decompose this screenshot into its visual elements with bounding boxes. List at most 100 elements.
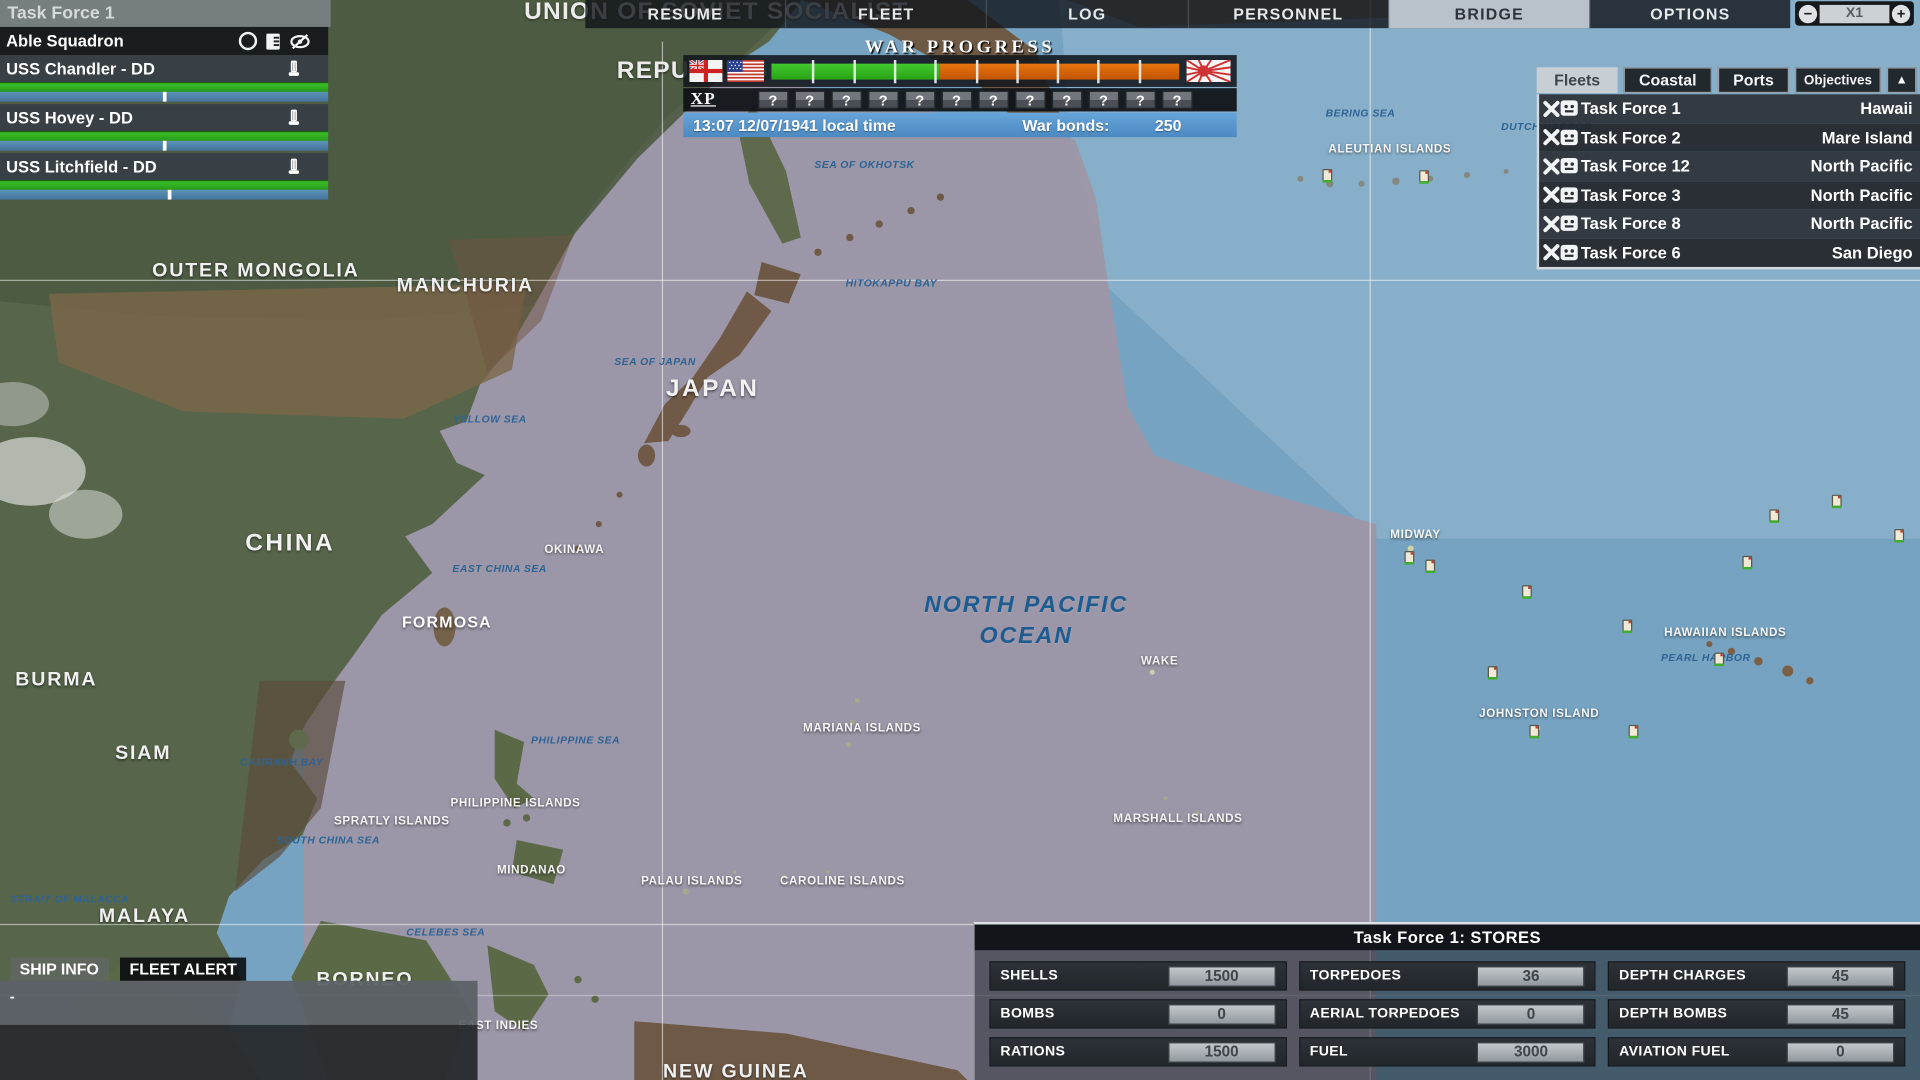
task-force-location: North Pacific [1811,215,1913,233]
remove-x-icon[interactable] [1543,129,1560,146]
squadron-row[interactable]: Able Squadron [0,27,328,55]
remove-x-icon[interactable] [1543,186,1560,203]
xp-mystery-slot[interactable]: ? [1051,91,1082,109]
map-label: OKINAWA [544,543,604,556]
store-label: AVIATION FUEL [1619,1044,1730,1059]
ship-marker[interactable] [1322,169,1332,181]
remove-x-icon[interactable] [1543,215,1560,232]
remove-x-icon[interactable] [1543,244,1560,261]
remove-x-icon[interactable] [1543,100,1560,117]
xp-mystery-slot[interactable]: ? [758,91,789,109]
ship-marker[interactable] [1894,529,1904,541]
map-label: SOUTH CHINA SEA [276,834,380,846]
xp-mystery-slot[interactable]: ? [1015,91,1046,109]
ship-marker[interactable] [1714,653,1724,665]
tab-ship-info[interactable]: SHIP INFO [10,958,109,981]
ship-marker[interactable] [1742,556,1752,568]
xp-mystery-slot[interactable]: ? [1088,91,1119,109]
xp-mystery-slot[interactable]: ? [1125,91,1156,109]
orders-list-icon[interactable] [266,32,281,49]
task-force-location: San Diego [1832,243,1913,261]
task-force-row[interactable]: Task Force 8 North Pacific [1539,209,1920,238]
store-label: TORPEDOES [1310,969,1401,984]
store-value: 45 [1787,966,1895,987]
collapse-panel-button[interactable]: ▲ [1887,67,1916,93]
tab-objectives[interactable]: Objectives [1795,67,1881,93]
menu-tab-options[interactable]: OPTIONS [1589,0,1790,28]
task-force-name: Task Force 2 [1581,128,1681,146]
xp-mystery-slot[interactable]: ? [978,91,1009,109]
formation-circle-icon[interactable] [239,32,257,50]
ship-row[interactable]: USS Litchfield - DD [0,153,328,200]
map-label: MARIANA ISLANDS [803,722,921,735]
ship-marker[interactable] [1529,725,1539,737]
xp-mystery-slot[interactable]: ? [1162,91,1193,109]
ship-marker[interactable] [1769,509,1779,521]
crew-morale-face-icon [1560,186,1578,204]
xp-mystery-slot[interactable]: ? [904,91,935,109]
ship-marker[interactable] [1419,170,1429,182]
store-value: 0 [1787,1041,1895,1062]
time-compression-increase-button[interactable]: + [1892,4,1910,22]
menu-tab-personnel[interactable]: PERSONNEL [1187,0,1388,28]
tab-fleet-alert[interactable]: FLEET ALERT [120,958,247,981]
ship-marker[interactable] [1425,560,1435,572]
visibility-off-icon[interactable] [289,32,311,49]
task-force-row[interactable]: Task Force 1 Hawaii [1539,94,1920,123]
map-label: PHILIPPINE ISLANDS [451,797,581,810]
map-label: CAMRANH BAY [240,756,323,768]
store-cell: AVIATION FUEL 0 [1608,1037,1905,1066]
progress-tick [812,59,814,82]
menu-tab-fleet[interactable]: FLEET [785,0,986,28]
xp-mystery-slot[interactable]: ? [941,91,972,109]
remove-x-icon[interactable] [1543,158,1560,175]
task-force-row[interactable]: Task Force 3 North Pacific [1539,181,1920,210]
ship-health-bar [0,82,328,92]
map-label: SEA OF OKHOTSK [814,158,914,170]
status-marker [162,92,166,102]
tab-coastal[interactable]: Coastal [1624,67,1712,93]
ship-marker[interactable] [1522,585,1532,597]
task-force-name: Task Force 12 [1581,157,1690,175]
map-label: JAPAN [666,375,759,403]
ship-icon [287,158,302,175]
squadron-name: Able Squadron [6,32,124,50]
war-bonds-label: War bonds: [1022,116,1109,134]
menu-tab-bridge[interactable]: BRIDGE [1388,0,1589,28]
time-compression-decrease-button[interactable]: − [1799,4,1817,22]
store-value: 0 [1477,1003,1585,1024]
menu-tab-log[interactable]: LOG [986,0,1187,28]
map-label: BERING SEA [1326,107,1396,119]
ship-marker[interactable] [1488,666,1498,678]
ship-marker[interactable] [1404,551,1414,563]
task-force-row[interactable]: Task Force 6 San Diego [1539,238,1920,267]
map-label: SEA OF JAPAN [614,355,696,367]
task-force-row[interactable]: Task Force 2 Mare Island [1539,123,1920,152]
ship-name: USS Chandler - DD [6,59,155,77]
store-cell: DEPTH CHARGES 45 [1608,961,1905,990]
tab-ports[interactable]: Ports [1718,67,1789,93]
crew-morale-face-icon [1560,128,1578,146]
xp-mystery-slot[interactable]: ? [868,91,899,109]
map-label: WAKE [1141,654,1178,667]
map-label: HAWAIIAN ISLANDS [1664,626,1786,639]
ship-row[interactable]: USS Chandler - DD [0,55,328,102]
xp-mystery-slot[interactable]: ? [794,91,825,109]
ship-info-panel: - [0,981,478,1080]
xp-mystery-slot[interactable]: ? [831,91,862,109]
tab-fleets[interactable]: Fleets [1537,67,1618,93]
time-compression-control: − X1 + [1795,1,1914,25]
ship-health-bar [0,131,328,141]
time-bar: 13:07 12/07/1941 local time War bonds: 2… [683,113,1236,137]
menu-tab-resume[interactable]: RESUME [585,0,785,28]
map-label: MINDANAO [497,864,566,877]
store-cell: TORPEDOES 36 [1299,961,1596,990]
ship-marker[interactable] [1832,495,1842,507]
map-label: MIDWAY [1390,528,1440,541]
task-force-row[interactable]: Task Force 12 North Pacific [1539,152,1920,181]
ship-row[interactable]: USS Hovey - DD [0,104,328,151]
fleets-panel-tabs: Fleets Coastal Ports Objectives ▲ [1537,67,1920,93]
ship-marker[interactable] [1622,620,1632,632]
store-cell: SHELLS 1500 [989,961,1286,990]
ship-marker[interactable] [1629,725,1639,737]
